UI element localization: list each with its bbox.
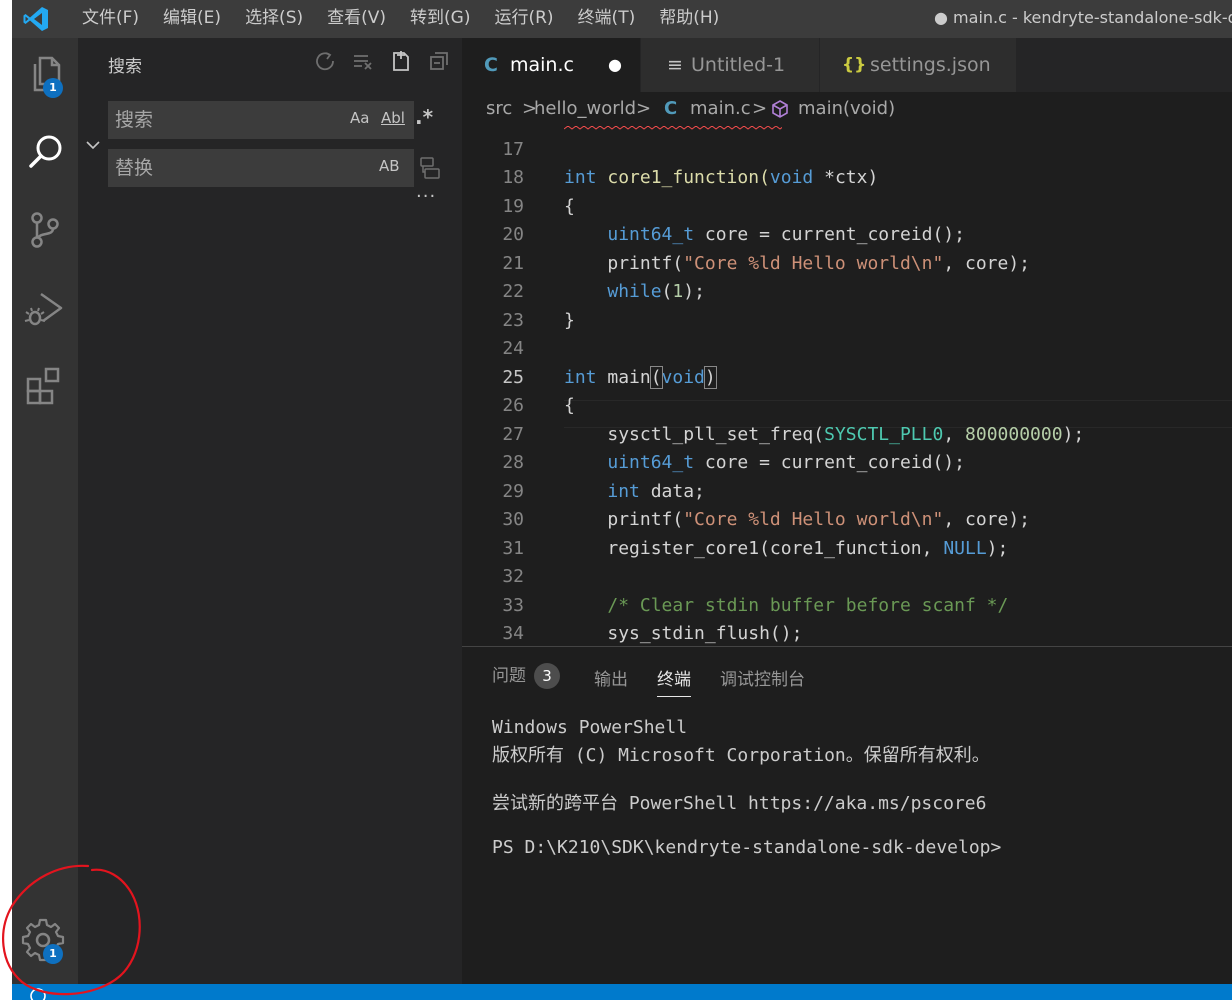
code-line: 22 while(1); (502, 281, 705, 302)
extensions-icon[interactable] (21, 362, 69, 410)
code-line: 29 int data; (502, 481, 705, 502)
c-file-icon: C (664, 98, 678, 119)
tab-debug-console[interactable]: 调试控制台 (720, 665, 805, 690)
breadcrumb-main-void[interactable]: main(void) (798, 92, 895, 126)
code-line: 32 (502, 566, 524, 587)
symbol-method-icon (772, 100, 788, 118)
collapse-all-icon[interactable] (428, 50, 450, 72)
breadcrumb-src[interactable]: src (486, 92, 512, 126)
code-line: 20 uint64_t core = current_coreid(); (502, 224, 965, 245)
preserve-case-toggle[interactable]: AB (379, 157, 400, 175)
search-view-title: 搜索 (108, 57, 142, 77)
code-line: 26{ (502, 395, 575, 416)
menu-help[interactable]: 帮助(H) (647, 0, 731, 38)
bottom-panel: 问题 3 输出 终端 调试控制台 Windows PowerShell 版权所有 … (462, 646, 1232, 985)
menu-file[interactable]: 文件(F) (70, 0, 151, 38)
menu-terminal[interactable]: 终端(T) (566, 0, 648, 38)
json-file-icon: {} (842, 55, 867, 75)
code-line: 24 (502, 338, 524, 359)
editor-tabs: C main.c ● ≡ Untitled-1 {} settings.json (462, 38, 1232, 92)
search-input[interactable] (108, 101, 335, 139)
activity-bar: 1 1 (12, 38, 78, 984)
vscode-logo-icon (23, 7, 48, 31)
menu-run[interactable]: 运行(R) (482, 0, 565, 38)
search-sidebar: 搜索 Aa Abl .* AB ··· (78, 38, 462, 984)
tab-label: main.c (510, 54, 574, 76)
search-view-actions (314, 50, 450, 72)
more-options-icon[interactable]: ··· (416, 186, 436, 207)
code-line: 34 sys_stdin_flush(); (502, 623, 803, 644)
terminal-line: 尝试新的跨平台 PowerShell https://aka.ms/pscore… (492, 793, 987, 814)
code-editor[interactable]: 17 18 int core1_function(void *ctx) 19{ 2… (462, 126, 1232, 646)
title-bar: 文件(F) 编辑(E) 选择(S) 查看(V) 转到(G) 运行(R) 终端(T… (12, 0, 1232, 38)
tab-untitled-1[interactable]: ≡ Untitled-1 (641, 38, 820, 92)
search-field: Aa Abl .* (108, 101, 433, 139)
chevron-down-icon[interactable] (84, 136, 102, 154)
breadcrumb: src > hello_world > C main.c > main(void… (462, 92, 1232, 126)
tab-label: Untitled-1 (691, 54, 786, 76)
code-line: 17 (502, 139, 524, 160)
tab-problems[interactable]: 问题 3 (492, 661, 560, 689)
breadcrumb-sep: > (752, 98, 768, 119)
code-line: 30 printf("Core %ld Hello world\n", core… (502, 509, 1031, 530)
whole-word-toggle[interactable]: Abl (381, 109, 405, 127)
code-line: 21 printf("Core %ld Hello world\n", core… (502, 253, 1031, 274)
replace-input[interactable] (108, 149, 335, 187)
run-debug-icon[interactable] (21, 284, 69, 332)
problems-count-badge: 3 (534, 663, 560, 689)
menu-go[interactable]: 转到(G) (398, 0, 482, 38)
menu-selection[interactable]: 选择(S) (233, 0, 315, 38)
clear-results-icon[interactable] (352, 50, 374, 72)
tab-main-c[interactable]: C main.c ● (462, 38, 641, 92)
c-file-icon: C (484, 54, 498, 76)
terminal-line: 版权所有 (C) Microsoft Corporation。保留所有权利。 (492, 745, 990, 766)
tab-output[interactable]: 输出 (594, 665, 628, 690)
code-line: 25 int main(void) (502, 366, 717, 389)
code-line: 31 register_core1(core1_function, NULL); (502, 538, 1009, 559)
red-annotation-circle (2, 864, 141, 996)
status-bar (12, 984, 1232, 1000)
code-line: 23} (502, 310, 575, 331)
breadcrumb-hello-world[interactable]: hello_world (534, 92, 636, 126)
tab-terminal[interactable]: 终端 (657, 665, 691, 697)
source-control-icon[interactable] (21, 206, 69, 254)
editor-group: C main.c ● ≡ Untitled-1 {} settings.json… (462, 38, 1232, 646)
explorer-badge: 1 (43, 78, 63, 98)
code-line: 33 /* Clear stdin buffer before scanf */ (502, 595, 1009, 616)
new-search-editor-icon[interactable] (390, 50, 412, 72)
tab-settings-json[interactable]: {} settings.json (820, 38, 1017, 92)
breadcrumb-sep: > (636, 98, 652, 119)
menu-view[interactable]: 查看(V) (315, 0, 398, 38)
code-line: 18 int core1_function(void *ctx) (502, 167, 879, 188)
tab-label: settings.json (870, 54, 991, 76)
replace-field: AB (108, 149, 414, 187)
terminal-prompt[interactable]: PS D:\K210\SDK\kendryte-standalone-sdk-d… (492, 837, 1001, 858)
code-line: 27 sysctl_pll_set_freq(SYSCTL_PLL0, 8000… (502, 424, 1085, 445)
text-file-icon: ≡ (667, 54, 683, 76)
replace-all-icon[interactable] (418, 156, 442, 180)
regex-toggle[interactable]: .* (415, 105, 433, 129)
code-line: 28 uint64_t core = current_coreid(); (502, 452, 965, 473)
error-squiggle (564, 126, 782, 130)
vscode-window: 文件(F) 编辑(E) 选择(S) 查看(V) 转到(G) 运行(R) 终端(T… (12, 0, 1232, 1000)
breadcrumb-main-c[interactable]: main.c (690, 92, 751, 126)
modified-dot-icon[interactable]: ● (608, 38, 622, 92)
terminal-line: Windows PowerShell (492, 717, 688, 738)
menu-edit[interactable]: 编辑(E) (151, 0, 233, 38)
match-case-toggle[interactable]: Aa (350, 109, 369, 127)
search-icon[interactable] (21, 128, 69, 176)
menu-bar: 文件(F) 编辑(E) 选择(S) 查看(V) 转到(G) 运行(R) 终端(T… (70, 0, 731, 38)
refresh-icon[interactable] (314, 50, 336, 72)
window-title: ● main.c - kendryte-standalone-sdk-d (934, 8, 1232, 27)
code-line: 19{ (502, 196, 575, 217)
